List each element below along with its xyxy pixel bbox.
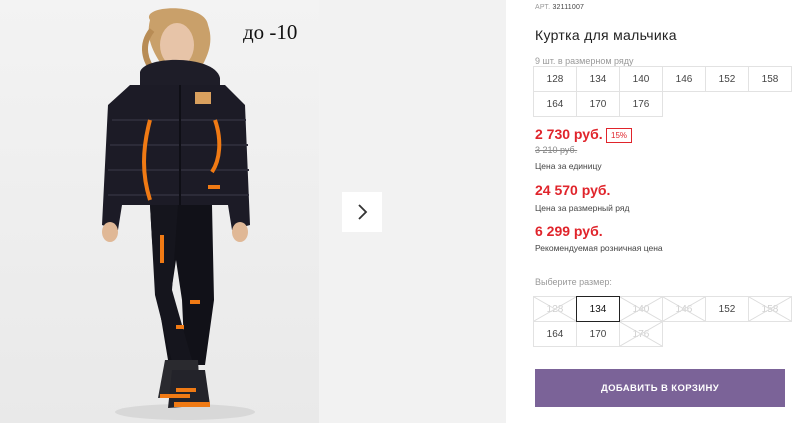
size-option-158: 158 (748, 296, 792, 322)
size-option-176: 176 (619, 321, 663, 347)
discount-percent-badge: 15% (606, 128, 633, 143)
size-option-label: 170 (589, 328, 607, 340)
product-info-panel: АРТ. 32111007 Куртка для мальчика 9 шт. … (520, 0, 800, 423)
unavailable-cross-icon (534, 297, 576, 321)
article-value: 32111007 (552, 4, 585, 11)
size-option-146: 146 (662, 296, 706, 322)
size-row-grid: 128 134 140 146 152 158 164 170 176 (533, 66, 792, 117)
article-number: АРТ. 32111007 (535, 4, 584, 11)
size-option-label: 134 (589, 303, 607, 315)
boy-in-jacket-illustration (102, 8, 255, 420)
size-row-cell: 146 (662, 66, 706, 92)
unavailable-cross-icon (620, 322, 662, 346)
size-row-price-label: Цена за размерный ряд (535, 203, 630, 213)
size-option-128: 128 (533, 296, 577, 322)
size-row-cell: 164 (533, 91, 577, 117)
product-gallery: до -10 (0, 0, 506, 423)
product-title: Куртка для мальчика (535, 27, 677, 43)
chevron-right-icon (358, 204, 368, 220)
choose-size-label: Выберите размер: (535, 277, 612, 287)
size-row-cell: 158 (748, 66, 792, 92)
next-image-button[interactable] (342, 192, 382, 232)
size-row-cell: 176 (619, 91, 663, 117)
sizes-note: 9 шт. в размерном ряду (535, 56, 634, 66)
unavailable-cross-icon (749, 297, 791, 321)
retail-price-label: Рекомендуемая розничная цена (535, 243, 663, 253)
unit-price: 2 730 руб. (535, 126, 603, 142)
size-option-134[interactable]: 134 (576, 296, 620, 322)
size-row-cell: 128 (533, 66, 577, 92)
retail-price: 6 299 руб. (535, 223, 603, 239)
size-picker: 128 134 140146 152 158 164 170 176 (533, 296, 792, 347)
old-price: 3 210 руб. (535, 145, 578, 155)
unavailable-cross-icon (620, 297, 662, 321)
size-option-label: 164 (546, 328, 564, 340)
size-row-price: 24 570 руб. (535, 182, 611, 198)
size-option-140: 140 (619, 296, 663, 322)
unavailable-cross-icon (663, 297, 705, 321)
add-to-cart-button[interactable]: ДОБАВИТЬ В КОРЗИНУ (535, 369, 785, 407)
unit-price-label: Цена за единицу (535, 161, 602, 171)
size-option-170[interactable]: 170 (576, 321, 620, 347)
size-row-cell: 170 (576, 91, 620, 117)
product-photo[interactable]: до -10 (0, 0, 319, 423)
size-row-cell: 152 (705, 66, 749, 92)
size-option-152[interactable]: 152 (705, 296, 749, 322)
discount-badge: до -10 (243, 20, 298, 44)
size-option-164[interactable]: 164 (533, 321, 577, 347)
article-label: АРТ. (535, 4, 551, 11)
size-option-label: 152 (718, 303, 736, 315)
size-row-cell: 134 (576, 66, 620, 92)
size-row-cell: 140 (619, 66, 663, 92)
